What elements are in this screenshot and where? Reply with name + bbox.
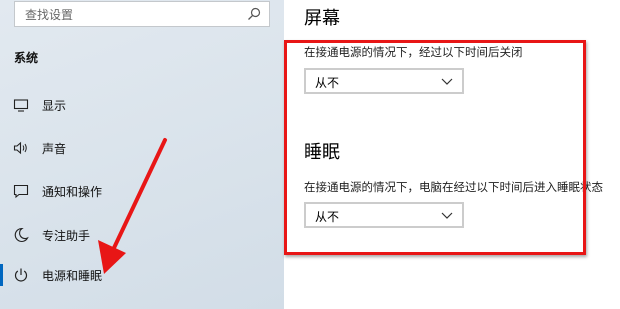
sidebar-item-label: 专注助手 [42, 229, 91, 243]
sidebar-item-label: 显示 [42, 99, 67, 113]
section-title: 系统 [14, 51, 39, 65]
sleep-heading: 睡眠 [304, 142, 340, 163]
active-indicator [0, 264, 3, 286]
chevron-down-icon [441, 78, 453, 85]
monitor-icon [13, 99, 29, 112]
chevron-down-icon [441, 212, 453, 219]
screen-timeout-dropdown[interactable]: 从不 [304, 68, 464, 94]
sidebar-item-label: 声音 [42, 142, 67, 156]
sidebar: 系统 显示 声音 通知和操作 专注助手 电源和睡眠 [0, 0, 284, 309]
message-icon [13, 184, 29, 199]
speaker-icon [13, 141, 27, 155]
power-icon [14, 268, 28, 282]
search-input[interactable] [25, 6, 225, 23]
sidebar-item-display[interactable]: 显示 [0, 88, 284, 122]
sidebar-item-power-sleep[interactable]: 电源和睡眠 [0, 258, 284, 292]
sidebar-item-label: 通知和操作 [42, 185, 103, 199]
sidebar-item-focus-assist[interactable]: 专注助手 [0, 218, 284, 252]
moon-icon [14, 227, 29, 242]
sidebar-item-label: 电源和睡眠 [42, 269, 103, 283]
sleep-timeout-dropdown[interactable]: 从不 [304, 202, 464, 228]
sleep-timeout-value: 从不 [315, 210, 340, 224]
sidebar-item-sound[interactable]: 声音 [0, 131, 284, 165]
search-icon[interactable] [247, 7, 261, 21]
sidebar-item-notifications[interactable]: 通知和操作 [0, 174, 284, 208]
screen-timeout-value: 从不 [315, 76, 340, 90]
screen-description: 在接通电源的情况下，经过以下时间后关闭 [304, 45, 523, 59]
main-content: 屏幕 在接通电源的情况下，经过以下时间后关闭 从不 睡眠 在接通电源的情况下，电… [284, 0, 620, 309]
search-box[interactable] [14, 1, 270, 27]
screen-heading: 屏幕 [304, 8, 340, 29]
sleep-description: 在接通电源的情况下，电脑在经过以下时间后进入睡眠状态 [304, 180, 603, 194]
